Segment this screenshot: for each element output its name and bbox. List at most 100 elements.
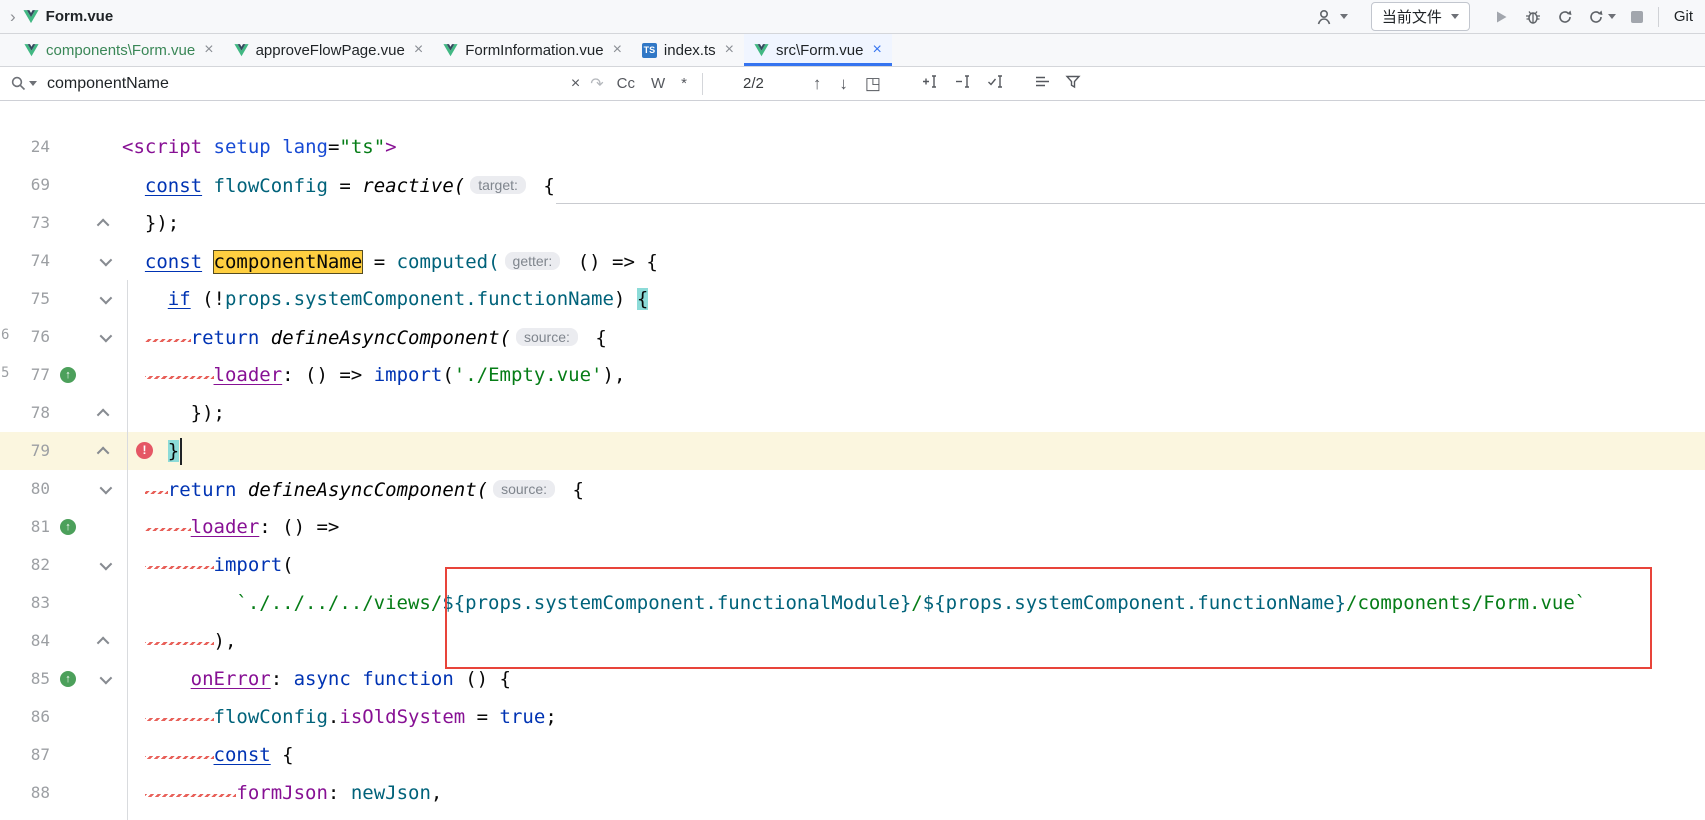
ide-window: › Form.vue 当前文件 — [0, 0, 1705, 820]
line-number[interactable]: 79 — [0, 432, 50, 470]
line-number[interactable]: 81 — [0, 508, 50, 546]
line-number[interactable]: 85 — [0, 660, 50, 698]
line-number[interactable]: 83 — [0, 584, 50, 622]
add-occurrence-icon[interactable] — [921, 73, 940, 94]
close-icon[interactable]: × — [412, 41, 423, 59]
fold-down-icon[interactable] — [86, 470, 122, 508]
fold-up-icon[interactable] — [86, 432, 122, 470]
chevron-down-icon — [1608, 14, 1616, 19]
code-line-88[interactable]: 88 formJson: newJson, — [0, 774, 1705, 812]
code-line-81[interactable]: 81↑ loader: () => — [0, 508, 1705, 546]
gutter-up-arrow-icon[interactable]: ↑ — [50, 356, 86, 394]
fold-empty — [86, 356, 122, 394]
code-text: return defineAsyncComponent(source: { — [122, 470, 1705, 508]
line-number[interactable]: 82 — [0, 546, 50, 584]
gutter-marker-empty — [50, 204, 86, 242]
fold-down-icon[interactable] — [86, 660, 122, 698]
code-line-79[interactable]: 79 }! — [0, 432, 1705, 470]
gutter-up-arrow-icon[interactable]: ↑ — [50, 660, 86, 698]
tab-approveflowpage.vue[interactable]: approveFlowPage.vue× — [224, 34, 434, 66]
vue-icon — [234, 43, 249, 57]
fold-down-icon[interactable] — [86, 546, 122, 584]
tab-components-form.vue[interactable]: components\Form.vue× — [14, 34, 224, 66]
code-line-77[interactable]: 77↑ loader: () => import('./Empty.vue'), — [0, 356, 1705, 394]
filter-icon[interactable] — [1065, 74, 1081, 93]
folded-region-separator[interactable] — [556, 203, 1705, 204]
line-number[interactable]: 86 — [0, 698, 50, 736]
close-icon[interactable]: × — [723, 41, 734, 59]
tab-forminformation.vue[interactable]: FormInformation.vue× — [433, 34, 632, 66]
search-field[interactable]: × ↷ Cc W * — [10, 73, 690, 94]
select-all-occurrences-icon[interactable] — [987, 73, 1006, 94]
tab-index.ts[interactable]: TSindex.ts× — [632, 34, 744, 66]
git-menu[interactable]: Git — [1674, 8, 1693, 25]
line-number[interactable]: 84 — [0, 622, 50, 660]
fold-up-icon[interactable] — [86, 622, 122, 660]
search-icon[interactable] — [10, 75, 37, 92]
tab-src-form.vue[interactable]: src\Form.vue× — [744, 34, 892, 66]
fold-down-icon[interactable] — [86, 280, 122, 318]
toolbar-divider — [1658, 7, 1659, 27]
code-line-73[interactable]: 73 }); — [0, 204, 1705, 242]
search-input[interactable] — [47, 75, 561, 93]
chevron-down-icon — [1451, 14, 1459, 19]
previous-occurrence-button[interactable]: ↑ — [813, 74, 822, 94]
line-number[interactable]: 75 — [0, 280, 50, 318]
code-line-75[interactable]: 75 if (!props.systemComponent.functionNa… — [0, 280, 1705, 318]
fold-up-icon[interactable] — [86, 204, 122, 242]
line-number[interactable]: 87 — [0, 736, 50, 774]
inlay-hint: source: — [516, 328, 578, 346]
inlay-hint: source: — [493, 480, 555, 498]
close-icon[interactable]: × — [611, 41, 622, 59]
match-case-toggle[interactable]: Cc — [614, 73, 638, 94]
gutter-marker-empty — [50, 736, 86, 774]
words-toggle[interactable]: W — [648, 73, 668, 94]
editor-lines: 24<script setup lang="ts">69 const flowC… — [0, 128, 1705, 812]
tab-bar: components\Form.vue×approveFlowPage.vue×… — [0, 34, 1705, 67]
bug-icon — [1524, 9, 1542, 25]
close-icon[interactable]: × — [202, 41, 213, 59]
next-occurrence-button[interactable]: ↓ — [839, 74, 848, 94]
code-line-69[interactable]: 69 const flowConfig = reactive(target: { — [0, 166, 1705, 204]
fold-down-icon[interactable] — [86, 242, 122, 280]
remove-occurrence-icon[interactable] — [954, 73, 973, 94]
code-with-me-button[interactable] — [1316, 8, 1348, 26]
code-line-78[interactable]: 78 }); — [0, 394, 1705, 432]
fold-down-icon[interactable] — [86, 318, 122, 356]
code-line-80[interactable]: 80 return defineAsyncComponent(source: { — [0, 470, 1705, 508]
run-button[interactable] — [1493, 9, 1509, 25]
fold-empty — [86, 508, 122, 546]
debug-button[interactable] — [1524, 9, 1542, 25]
fold-empty — [86, 128, 122, 166]
line-number[interactable]: 88 — [0, 774, 50, 812]
line-number[interactable]: 73 — [0, 204, 50, 242]
code-editor[interactable]: 24<script setup lang="ts">69 const flowC… — [0, 102, 1705, 820]
code-line-24[interactable]: 24<script setup lang="ts"> — [0, 128, 1705, 166]
close-icon[interactable]: × — [870, 41, 881, 59]
code-line-74[interactable]: 74 const componentName = computed(getter… — [0, 242, 1705, 280]
code-line-87[interactable]: 87 const { — [0, 736, 1705, 774]
coverage-button[interactable] — [1557, 9, 1573, 25]
gutter-up-arrow-icon[interactable]: ↑ — [50, 508, 86, 546]
play-icon — [1493, 9, 1509, 25]
occurrences-list-icon[interactable] — [1034, 74, 1051, 93]
code-text: if (!props.systemComponent.functionName)… — [122, 280, 1705, 318]
fold-empty — [86, 166, 122, 204]
code-line-76[interactable]: 76 return defineAsyncComponent(source: { — [0, 318, 1705, 356]
rerun-button[interactable] — [1588, 9, 1616, 25]
stop-button[interactable] — [1631, 11, 1643, 23]
code-line-86[interactable]: 86 flowConfig.isOldSystem = true; — [0, 698, 1705, 736]
clear-search-icon[interactable]: × — [571, 75, 580, 93]
line-number[interactable]: 80 — [0, 470, 50, 508]
open-in-find-window-icon[interactable]: ◳ — [865, 74, 881, 94]
line-number[interactable]: 69 — [0, 166, 50, 204]
run-configuration-selector[interactable]: 当前文件 — [1371, 2, 1470, 31]
search-history-icon[interactable]: ↷ — [590, 74, 603, 94]
fold-up-icon[interactable] — [86, 394, 122, 432]
line-number[interactable]: 78 — [0, 394, 50, 432]
error-icon[interactable]: ! — [136, 442, 153, 459]
coverage-icon — [1557, 9, 1573, 25]
line-number[interactable]: 74 — [0, 242, 50, 280]
regex-toggle[interactable]: * — [678, 73, 690, 94]
line-number[interactable]: 24 — [0, 128, 50, 166]
